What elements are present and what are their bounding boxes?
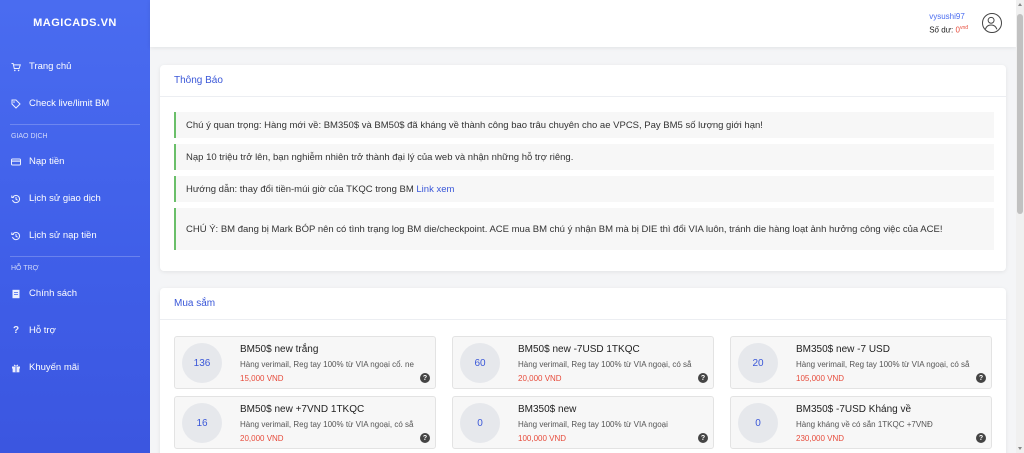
product-description: Hàng kháng về có sẵn 1TKQC +7VNĐ: [796, 420, 933, 429]
sidebar-item-label: Hỗ trợ: [29, 325, 56, 336]
document-icon: [11, 289, 21, 299]
product-description: Hàng verimail, Reg tay 100% từ VIA ngoại: [518, 420, 668, 429]
sidebar-item-support[interactable]: ? Hỗ trợ: [0, 312, 150, 349]
product-name: BM350$ new: [518, 404, 577, 415]
notice-text: Chú ý quan trọng: Hàng mới về: BM350$ và…: [186, 119, 763, 131]
tag-icon: [11, 99, 21, 109]
shop-card: Mua sắm 136 BM50$ new trắng Hàng verimai…: [160, 288, 1006, 453]
balance-unit: vnđ: [959, 25, 968, 31]
help-icon[interactable]: ?: [976, 373, 986, 383]
sidebar-item-promotion[interactable]: Khuyến mãi: [0, 349, 150, 386]
help-icon[interactable]: ?: [420, 373, 430, 383]
balance-label: Số dư:: [929, 25, 954, 35]
product-description: Hàng verimail, Reg tay 100% từ VIA ngoại…: [240, 360, 414, 369]
user-info[interactable]: vysushi97 Số dư: 0vnđ: [929, 11, 968, 37]
sidebar-section-support: HỖ TRỢ: [11, 264, 39, 272]
sidebar-divider: [10, 124, 140, 125]
scroll-down-arrow-icon[interactable]: [1018, 447, 1022, 450]
sidebar-item-label: Lịch sử giao dịch: [29, 193, 101, 204]
question-icon: ?: [12, 325, 20, 336]
history-icon: [11, 231, 21, 241]
top-header: vysushi97 Số dư: 0vnđ: [150, 0, 1016, 47]
notice-text: CHÚ Ý: BM đang bị Mark BÓP nên có tình t…: [186, 223, 943, 235]
balance: Số dư: 0vnđ: [929, 22, 968, 37]
sidebar-item-label: Khuyến mãi: [29, 362, 80, 373]
sidebar: MAGICADS.VN Trang chủ Check live/limit B…: [0, 0, 150, 453]
stock-count: 16: [182, 403, 222, 443]
username[interactable]: vysushi97: [929, 11, 968, 22]
sidebar-item-label: Nạp tiền: [29, 156, 65, 167]
product-price: 20,000 VND: [240, 434, 284, 443]
product-price: 105,000 VND: [796, 374, 845, 383]
stock-count: 0: [460, 403, 500, 443]
sidebar-item-deposit[interactable]: Nạp tiền: [0, 143, 150, 180]
sidebar-item-label: Lịch sử nạp tiền: [29, 230, 97, 241]
stock-count: 0: [738, 403, 778, 443]
sidebar-divider: [10, 256, 140, 257]
product-name: BM50$ new -7USD 1TKQC: [518, 344, 640, 355]
sidebar-item-deposit-history[interactable]: Lịch sử nạp tiền: [0, 217, 150, 254]
product-price: 20,000 VND: [518, 374, 562, 383]
product-name: BM350$ -7USD Kháng về: [796, 404, 912, 415]
product-price: 15,000 VND: [240, 374, 284, 383]
page-scrollbar[interactable]: [1016, 0, 1024, 453]
notice-item: Nạp 10 triệu trở lên, bạn nghiễm nhiên t…: [174, 144, 994, 170]
product-description: Hàng verimail, Reg tay 100% từ VIA ngoại…: [796, 360, 970, 369]
product-price: 230,000 VND: [796, 434, 845, 443]
sidebar-item-check-live[interactable]: Check live/limit BM: [0, 85, 150, 122]
notice-item: CHÚ Ý: BM đang bị Mark BÓP nên có tình t…: [174, 208, 994, 250]
history-icon: [11, 194, 21, 204]
shop-title: Mua sắm: [160, 288, 1006, 320]
sidebar-section-trade: GIAO DỊCH: [11, 132, 48, 140]
notice-text: Nạp 10 triệu trở lên, bạn nghiễm nhiên t…: [186, 151, 574, 163]
notification-card: Thông Báo Chú ý quan trọng: Hàng mới về:…: [160, 65, 1006, 271]
sidebar-item-home[interactable]: Trang chủ: [0, 48, 150, 85]
product-name: BM50$ new trắng: [240, 344, 319, 355]
product-name: BM50$ new +7VND 1TKQC: [240, 404, 365, 415]
product-card[interactable]: 16 BM50$ new +7VND 1TKQC Hàng verimail, …: [174, 396, 436, 449]
help-icon[interactable]: ?: [698, 433, 708, 443]
product-price: 100,000 VND: [518, 434, 567, 443]
gift-icon: [11, 363, 21, 373]
sidebar-item-policy[interactable]: Chính sách: [0, 275, 150, 312]
scrollbar-thumb[interactable]: [1017, 14, 1023, 214]
stock-count: 20: [738, 343, 778, 383]
notification-title: Thông Báo: [160, 65, 1006, 97]
help-icon[interactable]: ?: [976, 433, 986, 443]
sidebar-item-transaction-history[interactable]: Lịch sử giao dịch: [0, 180, 150, 217]
notice-text: Hướng dẫn: thay đổi tiền-múi giờ của TKQ…: [186, 183, 414, 195]
product-description: Hàng verimail, Reg tay 100% từ VIA ngoại…: [240, 420, 414, 429]
stock-count: 136: [182, 343, 222, 383]
help-icon[interactable]: ?: [420, 433, 430, 443]
product-card[interactable]: 20 BM350$ new -7 USD Hàng verimail, Reg …: [730, 336, 992, 389]
stock-count: 60: [460, 343, 500, 383]
notice-item: Chú ý quan trọng: Hàng mới về: BM350$ và…: [174, 112, 994, 138]
cart-icon: [11, 62, 21, 72]
guide-link[interactable]: Link xem: [416, 182, 454, 197]
sidebar-item-label: Check live/limit BM: [29, 98, 110, 109]
product-card[interactable]: 0 BM350$ -7USD Kháng về Hàng kháng về có…: [730, 396, 992, 449]
scroll-up-arrow-icon[interactable]: [1018, 3, 1022, 6]
notice-item: Hướng dẫn: thay đổi tiền-múi giờ của TKQ…: [174, 176, 994, 202]
brand-logo[interactable]: MAGICADS.VN: [0, 0, 150, 46]
user-avatar-icon[interactable]: [982, 13, 1002, 33]
product-card[interactable]: 60 BM50$ new -7USD 1TKQC Hàng verimail, …: [452, 336, 714, 389]
sidebar-item-label: Trang chủ: [29, 61, 72, 72]
product-name: BM350$ new -7 USD: [796, 344, 890, 355]
credit-card-icon: [11, 157, 21, 167]
product-description: Hàng verimail, Reg tay 100% từ VIA ngoại…: [518, 360, 692, 369]
help-icon[interactable]: ?: [698, 373, 708, 383]
sidebar-item-label: Chính sách: [29, 288, 78, 299]
product-card[interactable]: 136 BM50$ new trắng Hàng verimail, Reg t…: [174, 336, 436, 389]
product-card[interactable]: 0 BM350$ new Hàng verimail, Reg tay 100%…: [452, 396, 714, 449]
